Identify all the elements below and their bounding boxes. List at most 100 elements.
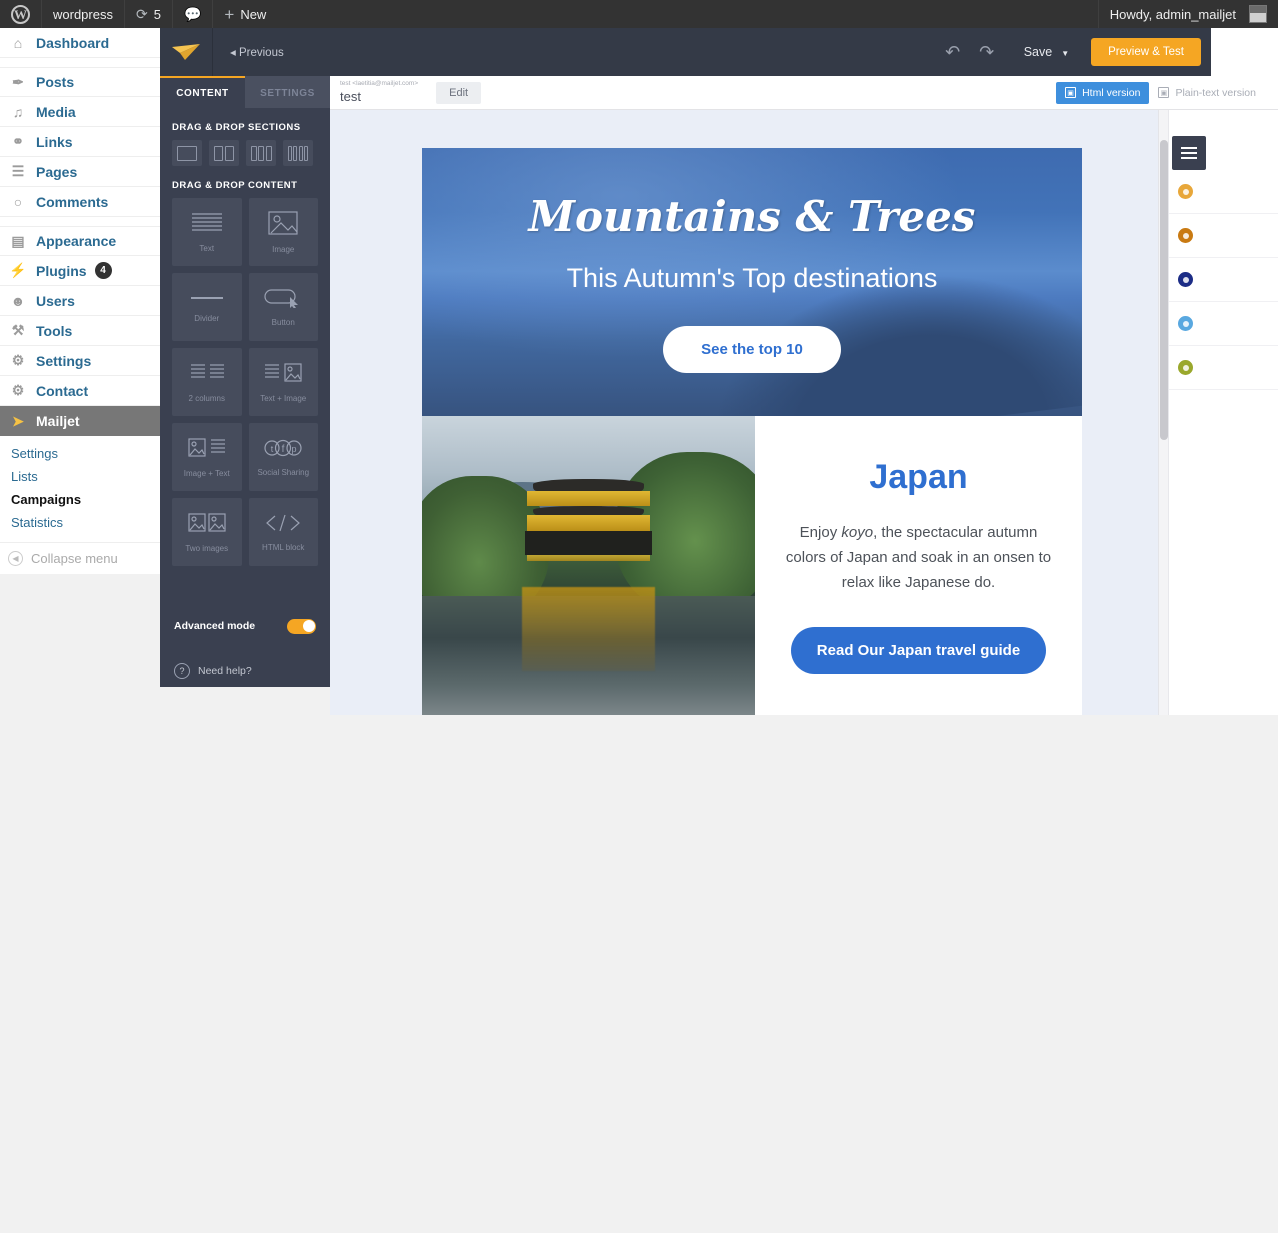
swatch-light-blue[interactable] <box>1178 316 1193 331</box>
save-button[interactable]: Save ▼ <box>1004 45 1079 59</box>
sidebar-item-appearance[interactable]: ▤ Appearance <box>0 226 160 256</box>
previous-label: ◂ Previous <box>230 47 284 59</box>
edit-subject-button[interactable]: Edit <box>436 81 482 104</box>
chevron-down-icon: ▼ <box>1061 48 1070 58</box>
section-3-columns[interactable] <box>246 140 276 166</box>
submenu-item-lists[interactable]: Lists <box>0 465 160 488</box>
plug-icon: ⚡ <box>9 262 27 278</box>
photo-pavilion <box>522 479 655 587</box>
hero-section[interactable]: Mountains & Trees This Autumn's Top dest… <box>422 148 1082 416</box>
content-block-label: 2 columns <box>188 393 225 403</box>
hamburger-menu-icon[interactable] <box>1172 136 1206 170</box>
sidebar-item-users[interactable]: ☻ Users <box>0 286 160 316</box>
dashboard-home-icon: ⌂ <box>13 34 23 51</box>
comments-bubble-icon: 💬 <box>183 5 202 22</box>
sidebar-item-settings[interactable]: ⚙ Settings <box>0 346 160 376</box>
content-block-label: HTML block <box>262 542 305 552</box>
comments-link[interactable]: 💬 <box>173 0 212 28</box>
swatch-inner-dot <box>1182 188 1189 195</box>
button-cursor-icon <box>264 288 302 313</box>
sidebar-item-contact[interactable]: ⚙ Contact <box>0 376 160 406</box>
swatch-light-blue-row[interactable] <box>1169 302 1278 346</box>
mailjet-paperplane-icon[interactable] <box>160 28 213 76</box>
version-toggle-group: ▣ Html version ▣ Plain-text version <box>1056 81 1278 104</box>
swatch-navy-row[interactable] <box>1169 258 1278 302</box>
content-block-html-block[interactable]: HTML block <box>248 498 318 566</box>
sidebar-item-media[interactable]: ♫ Media <box>0 97 160 127</box>
content-block-button[interactable]: Button <box>248 273 318 341</box>
swatch-gold[interactable] <box>1178 184 1193 199</box>
svg-text:f: f <box>282 444 285 455</box>
updates-icon: ⟳ <box>135 5 148 22</box>
updates-link[interactable]: ⟳ 5 <box>125 0 172 28</box>
content-block-label: Social Sharing <box>257 467 310 477</box>
section-2-columns[interactable] <box>209 140 239 166</box>
content-block-2-columns[interactable]: 2 columns <box>172 348 242 416</box>
japan-cta-button[interactable]: Read Our Japan travel guide <box>790 627 1047 675</box>
plain-text-version-button[interactable]: ▣ Plain-text version <box>1149 82 1265 104</box>
sidebar-item-plugins[interactable]: ⚡ Plugins 4 <box>0 256 160 286</box>
sidebar-item-label: Dashboard <box>36 34 110 51</box>
plus-icon: + <box>224 4 235 24</box>
theme-swatch-list <box>1169 170 1278 390</box>
site-name-link[interactable]: wordpress <box>42 0 124 28</box>
hero-cta-button[interactable]: See the top 10 <box>663 326 841 373</box>
content-block-text-image[interactable]: Text + Image <box>248 348 318 416</box>
content-block-divider[interactable]: Divider <box>172 273 242 341</box>
undo-icon[interactable]: ↶ <box>936 32 970 72</box>
sidebar-item-comments[interactable]: ○ Comments <box>0 187 160 217</box>
html-version-icon: ▣ <box>1065 87 1077 98</box>
submenu-item-campaigns[interactable]: Campaigns <box>0 488 160 511</box>
section-4-columns[interactable] <box>283 140 313 166</box>
content-block-text[interactable]: Text <box>172 198 242 266</box>
sidebar-item-dashboard[interactable]: ⌂ Dashboard <box>0 28 160 58</box>
need-help-button[interactable]: ? Need help? <box>160 663 330 679</box>
previous-link[interactable]: ◂ Previous <box>213 45 284 59</box>
collapse-menu-button[interactable]: ◀ Collapse menu <box>0 542 160 574</box>
wordpress-logo-icon: W <box>11 4 30 24</box>
plain-text-version-label: Plain-text version <box>1175 86 1256 99</box>
content-block-social-sharing[interactable]: t f p Social Sharing <box>248 423 318 491</box>
content-block-image[interactable]: Image <box>248 198 318 266</box>
content-block-label: Divider <box>194 314 220 323</box>
content-block-label: Text + Image <box>260 393 307 403</box>
wp-logo-menu[interactable]: W <box>0 0 41 28</box>
submenu-item-settings[interactable]: Settings <box>0 442 160 465</box>
account-menu[interactable]: Howdy, admin_mailjet <box>1099 0 1278 28</box>
content-block-image-text[interactable]: Image + Text <box>172 423 242 491</box>
appearance-icon: ▤ <box>11 232 25 249</box>
wp-admin-sidebar: ⌂ Dashboard ✒ Posts ♫ Media ⚭ Links ☰ Pages ○ Comme… <box>0 28 173 1233</box>
image-text-icon <box>188 437 226 464</box>
section-1-column[interactable] <box>172 140 202 166</box>
email-canvas[interactable]: Mountains & Trees This Autumn's Top dest… <box>330 110 1278 715</box>
submenu-item-statistics[interactable]: Statistics <box>0 511 160 534</box>
swatch-gold-row[interactable] <box>1169 170 1278 214</box>
hero-title: Mountains & Trees <box>528 192 976 241</box>
sidebar-item-label: Pages <box>36 163 78 180</box>
tab-settings-label: SETTINGS <box>260 87 315 99</box>
sidebar-item-tools[interactable]: ⚒ Tools <box>0 316 160 346</box>
content-block-two-images[interactable]: Two images <box>172 498 242 566</box>
sidebar-item-mailjet[interactable]: ➤ Mailjet <box>0 406 173 436</box>
swatch-olive-row[interactable] <box>1169 346 1278 390</box>
sidebar-item-pages[interactable]: ☰ Pages <box>0 157 160 187</box>
need-help-label: Need help? <box>198 665 252 677</box>
tab-content[interactable]: CONTENT <box>160 76 245 108</box>
preview-and-test-button[interactable]: Preview & Test <box>1091 38 1201 66</box>
swatch-navy[interactable] <box>1178 272 1193 287</box>
two-images-icon <box>188 512 226 539</box>
sidebar-item-links[interactable]: ⚭ Links <box>0 127 160 157</box>
canvas-scrollbar-thumb[interactable] <box>1160 140 1168 440</box>
swatch-orange-row[interactable] <box>1169 214 1278 258</box>
new-content-menu[interactable]: + New <box>213 0 277 28</box>
swatch-orange[interactable] <box>1178 228 1193 243</box>
tab-settings[interactable]: SETTINGS <box>245 76 330 108</box>
canvas-scrollbar[interactable] <box>1158 110 1168 715</box>
advanced-mode-row: Advanced mode <box>160 609 330 643</box>
swatch-olive[interactable] <box>1178 360 1193 375</box>
japan-section[interactable]: Japan Enjoy koyo, the spectacular autumn… <box>422 416 1082 715</box>
html-version-button[interactable]: ▣ Html version <box>1056 81 1150 104</box>
sidebar-item-posts[interactable]: ✒ Posts <box>0 67 160 97</box>
redo-icon[interactable]: ↷ <box>970 32 1004 72</box>
advanced-mode-toggle[interactable] <box>287 618 316 634</box>
